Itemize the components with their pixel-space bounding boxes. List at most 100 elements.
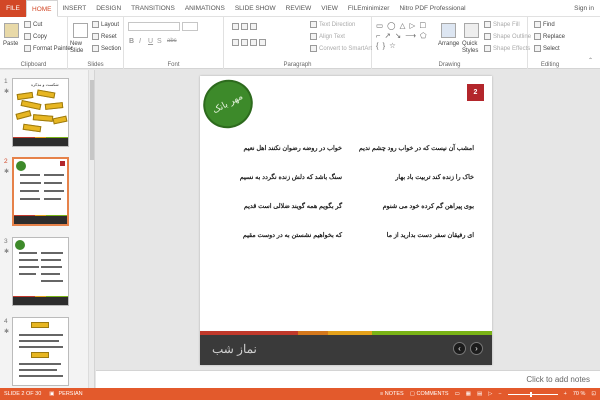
thumbnail-text-line: [20, 190, 39, 192]
shape-fill-button[interactable]: Shape Fill: [484, 21, 520, 28]
font-size-box[interactable]: [182, 22, 198, 31]
zoom-in-button[interactable]: +: [564, 391, 567, 397]
scrollbar-thumb[interactable]: [90, 80, 94, 160]
thumbnail-text-line: [19, 363, 61, 365]
thumbnail-slide-3[interactable]: [12, 237, 69, 306]
slide-number-badge: 2: [467, 84, 484, 101]
thumbnail-shape: [20, 99, 42, 111]
select-button[interactable]: Select: [534, 45, 560, 52]
zoom-level[interactable]: 70 %: [573, 391, 586, 397]
tab-review[interactable]: REVIEW: [281, 0, 317, 17]
convert-smartart-label: Convert to SmartArt: [319, 45, 373, 52]
sign-in-link[interactable]: Sign in: [574, 5, 594, 12]
thumbnail-number: 2: [4, 158, 8, 165]
normal-view-icon[interactable]: ▭: [455, 391, 460, 397]
bold-button[interactable]: B: [129, 38, 134, 45]
binoculars-icon: [534, 21, 541, 28]
notes-toggle-label: NOTES: [384, 391, 404, 397]
verse-right-3[interactable]: بوی پیراهن گم کرده خود می شنوم: [383, 202, 474, 210]
tab-slide-show[interactable]: SLIDE SHOW: [230, 0, 281, 17]
thumbnail-text-line: [44, 198, 61, 200]
format-painter-label: Format Painter: [33, 45, 73, 52]
convert-smartart-button[interactable]: Convert to SmartArt: [310, 45, 372, 52]
layout-button[interactable]: Layout: [92, 21, 119, 28]
copy-button[interactable]: Copy: [24, 33, 47, 40]
slide-sorter-icon[interactable]: ▦: [466, 391, 471, 397]
next-slide-button[interactable]: ›: [470, 342, 483, 355]
tab-transitions[interactable]: TRANSITIONS: [126, 0, 180, 17]
verse-left-1[interactable]: خواب در روضه رضوان نکنند اهل نعیم: [244, 144, 342, 152]
zoom-slider[interactable]: [507, 391, 558, 397]
tab-home[interactable]: HOME: [26, 0, 58, 17]
tab-view[interactable]: VIEW: [316, 0, 343, 17]
prev-slide-button[interactable]: ‹: [453, 342, 466, 355]
text-direction-button[interactable]: Text Direction: [310, 21, 355, 28]
align-text-button[interactable]: Align Text: [310, 33, 345, 40]
thumbnail-text-line: [41, 280, 63, 282]
notes-pane[interactable]: Click to add notes: [96, 370, 600, 388]
shapes-gallery[interactable]: ▭ ◯ △ ▷ ☐ ⌐ ↗ ↘ ⟶ ⬠ { } ☆: [376, 21, 434, 51]
reset-icon: [92, 33, 99, 40]
status-bar: SLIDE 2 OF 30 ▣ PERSIAN ≡ NOTES ▢ COMMEN…: [0, 388, 600, 400]
tab-insert[interactable]: INSERT: [58, 0, 92, 17]
thumbnail-text-line: [20, 174, 40, 176]
copy-icon: [24, 33, 31, 40]
quick-styles-button[interactable]: Quick Styles: [462, 41, 486, 55]
verse-right-2[interactable]: خاک را زنده کند تربیت باد بهار: [395, 173, 474, 181]
tab-fileminimizer[interactable]: FILEminimizer: [343, 0, 395, 17]
alignment-buttons[interactable]: [232, 39, 266, 46]
thumbnail-slide-1[interactable]: شکست و مذکره: [12, 78, 69, 147]
ribbon: Paste Cut Copy Format Painter Clipboard …: [0, 17, 600, 69]
verse-left-3[interactable]: گر بگویم همه گویند ضلالی است قدیم: [244, 202, 342, 210]
arrange-button[interactable]: Arrange: [438, 41, 459, 47]
fit-slide-icon[interactable]: ⊡: [591, 391, 596, 397]
underline-button[interactable]: U: [148, 38, 153, 45]
tab-design[interactable]: DESIGN: [91, 0, 126, 17]
paste-button[interactable]: Paste: [3, 41, 18, 47]
notes-toggle[interactable]: ≡ NOTES: [380, 391, 404, 397]
slideshow-icon[interactable]: ▷: [488, 391, 492, 397]
find-button[interactable]: Find: [534, 21, 555, 28]
shape-outline-button[interactable]: Shape Outline: [484, 33, 531, 40]
italic-button[interactable]: I: [139, 38, 141, 45]
comments-toggle[interactable]: ▢ COMMENTS: [410, 391, 449, 397]
language-indicator[interactable]: PERSIAN: [59, 391, 83, 397]
shadow-button[interactable]: S: [157, 38, 162, 45]
strikethrough-button[interactable]: abc: [167, 38, 177, 44]
thumbnail-text-line: [44, 174, 64, 176]
format-painter-button[interactable]: Format Painter: [24, 45, 73, 52]
thumbnail-slide-2[interactable]: [12, 157, 69, 226]
font-name-box[interactable]: [128, 22, 180, 31]
bullets-button[interactable]: [232, 23, 257, 30]
verse-left-4[interactable]: که بخواهیم نشستن به در دوست مقیم: [243, 231, 342, 239]
thumbnail-slide-4[interactable]: [12, 317, 69, 386]
replace-button[interactable]: Replace: [534, 33, 565, 40]
zoom-out-button[interactable]: −: [498, 391, 501, 397]
thumbnails-scrollbar[interactable]: [88, 70, 94, 388]
collapse-ribbon-icon[interactable]: ⌃: [588, 57, 593, 64]
scissors-icon: [24, 21, 31, 28]
verse-right-4[interactable]: ای رفیقان سفر دست بدارید از ما: [387, 231, 474, 239]
editing-group: Find Replace Select Editing: [528, 17, 572, 69]
reset-button[interactable]: Reset: [92, 33, 117, 40]
thumbnail-text-line: [19, 334, 63, 336]
reading-view-icon[interactable]: ▤: [477, 391, 482, 397]
thumbnail-logo: [15, 240, 25, 250]
section-button[interactable]: Section: [92, 45, 121, 52]
cut-button[interactable]: Cut: [24, 21, 42, 28]
verse-right-1[interactable]: امشب آن نیست که در خواب رود چشم ندیم: [359, 144, 474, 152]
stripe-orange: [298, 331, 328, 335]
current-slide[interactable]: مهر بانک 2 امشب آن نیست که در خواب رود چ…: [200, 76, 492, 365]
layout-label: Layout: [101, 21, 120, 28]
verse-left-2[interactable]: سنگ باشد که دلش زنده نگردد به نسیم: [240, 173, 342, 181]
tab-animations[interactable]: ANIMATIONS: [180, 0, 230, 17]
spellcheck-icon[interactable]: ▣: [49, 391, 54, 397]
tab-nitro-pdf[interactable]: Nitro PDF Professional: [394, 0, 470, 17]
thumbnail-number: 1: [4, 78, 8, 85]
text-direction-icon: [310, 21, 317, 28]
tab-file[interactable]: FILE: [0, 0, 26, 17]
shape-effects-button[interactable]: Shape Effects: [484, 45, 530, 52]
indent-icon: [250, 23, 257, 30]
new-slide-button[interactable]: New Slide: [70, 41, 94, 55]
thumbnail-footer: [13, 296, 68, 305]
